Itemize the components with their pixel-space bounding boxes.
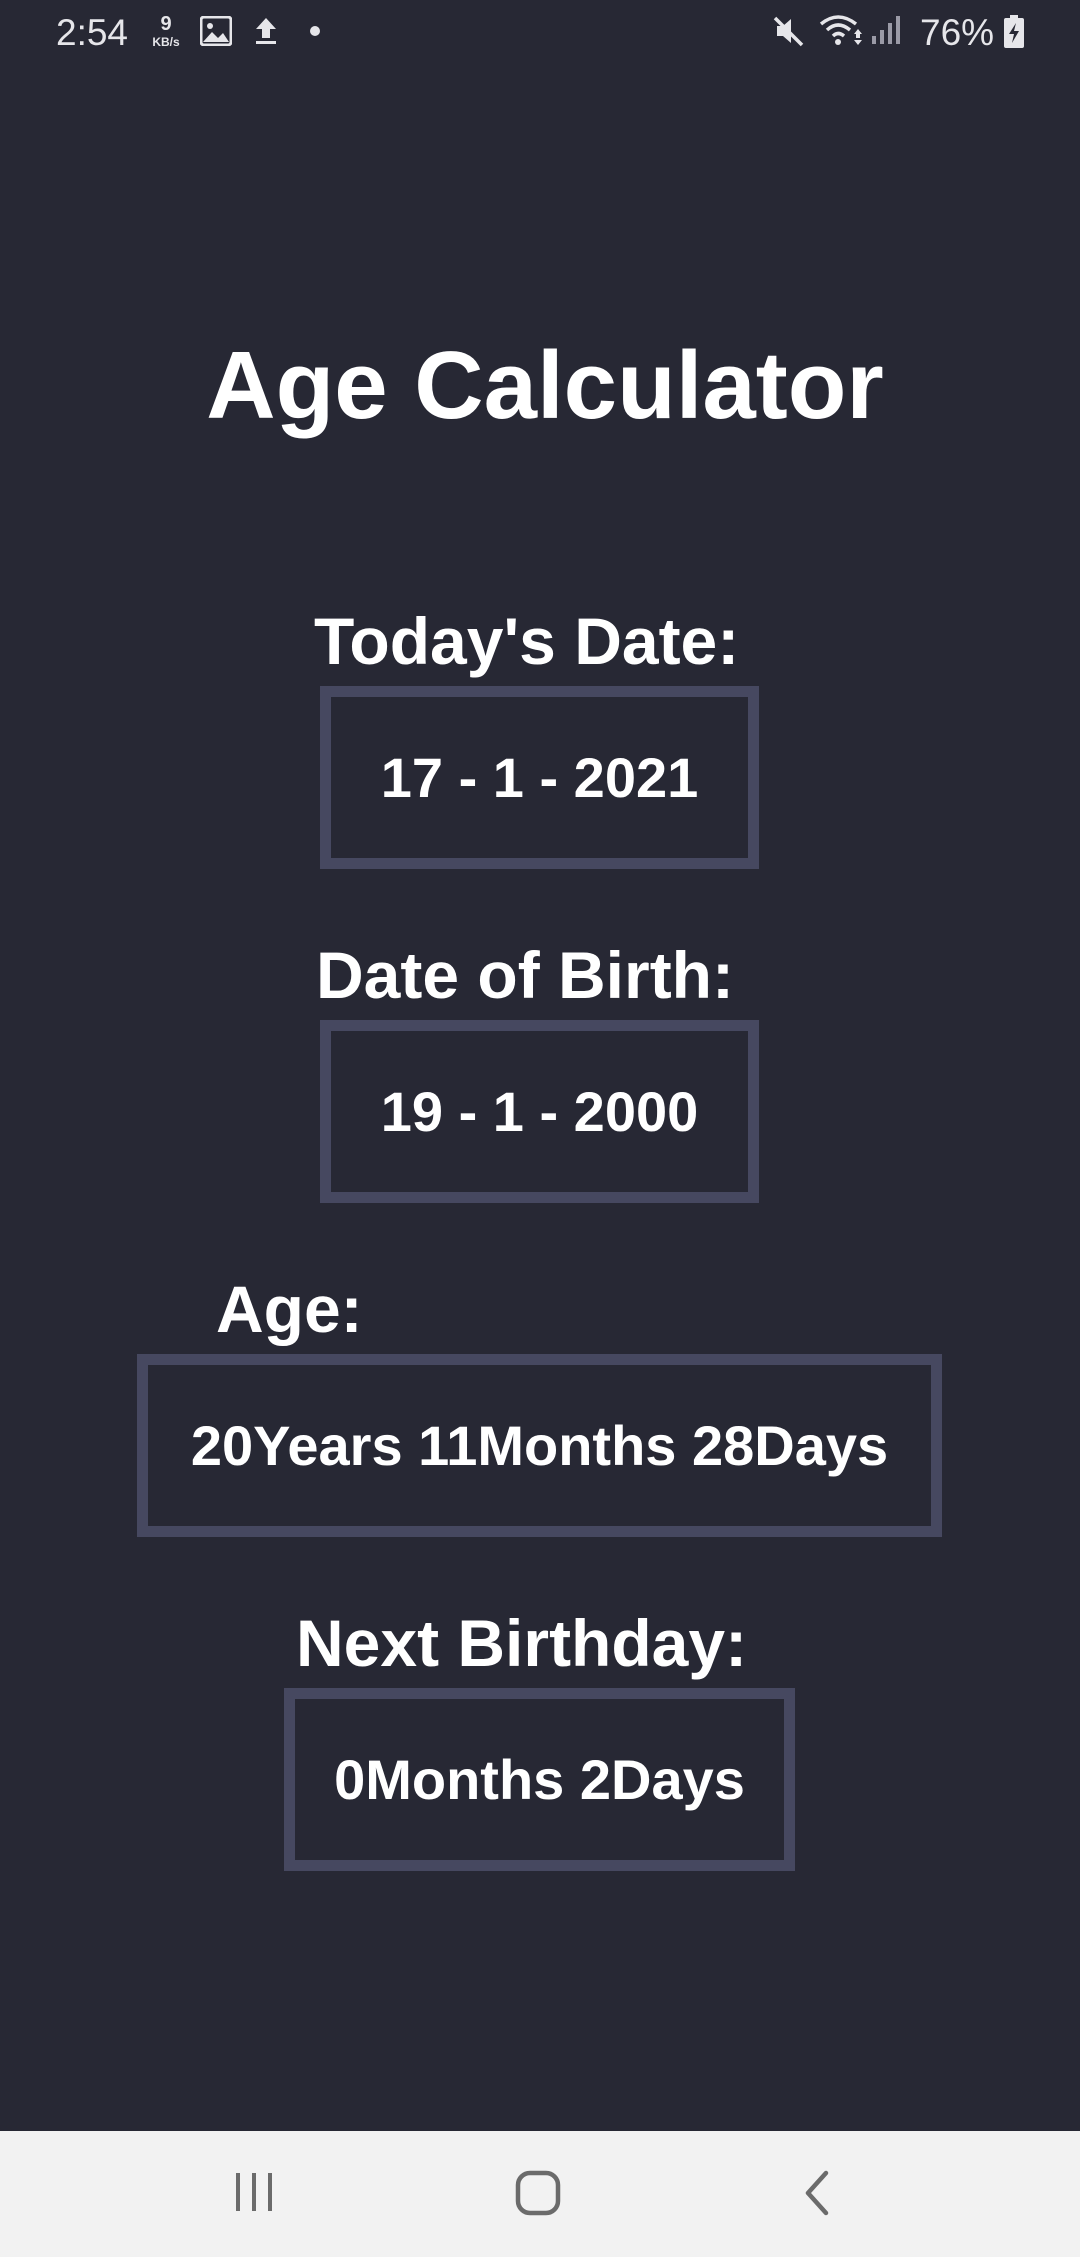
network-speed-value: 9 bbox=[160, 13, 172, 35]
battery-charging-icon bbox=[1002, 14, 1026, 55]
age-label: Age: bbox=[216, 1272, 363, 1346]
app-title: Age Calculator bbox=[206, 332, 884, 439]
dot-icon bbox=[310, 26, 320, 36]
next-birthday-label: Next Birthday: bbox=[296, 1606, 748, 1680]
mute-icon bbox=[772, 14, 806, 53]
back-icon[interactable] bbox=[798, 2161, 838, 2230]
todays-date-value: 17 - 1 - 2021 bbox=[380, 746, 699, 809]
screen: 2:54 9 KB/s 76% Age Calculator Today's D… bbox=[0, 0, 1080, 2257]
home-icon[interactable] bbox=[510, 2161, 570, 2230]
todays-date-box: 17 - 1 - 2021 bbox=[320, 686, 759, 869]
network-speed-unit: KB/s bbox=[152, 35, 180, 49]
age-box: 20Years 11Months 28Days bbox=[137, 1354, 942, 1537]
navigation-bar bbox=[0, 2131, 1080, 2257]
network-speed: 9 KB/s bbox=[146, 14, 186, 48]
battery-percent: 76% bbox=[920, 12, 995, 53]
wifi-icon bbox=[818, 12, 864, 53]
status-bar: 2:54 9 KB/s 76% bbox=[0, 0, 1080, 66]
date-of-birth-box[interactable]: 19 - 1 - 2000 bbox=[320, 1020, 759, 1203]
date-of-birth-label: Date of Birth: bbox=[316, 938, 734, 1012]
upload-icon bbox=[252, 16, 280, 51]
status-time: 2:54 bbox=[56, 12, 129, 53]
age-value: 20Years 11Months 28Days bbox=[190, 1414, 889, 1477]
recent-apps-icon[interactable] bbox=[232, 2161, 278, 2230]
todays-date-label: Today's Date: bbox=[314, 604, 740, 678]
next-birthday-value: 0Months 2Days bbox=[334, 1748, 745, 1811]
signal-icon bbox=[870, 14, 904, 51]
date-of-birth-value: 19 - 1 - 2000 bbox=[380, 1080, 699, 1143]
next-birthday-box: 0Months 2Days bbox=[284, 1688, 795, 1871]
gallery-icon bbox=[199, 15, 233, 51]
